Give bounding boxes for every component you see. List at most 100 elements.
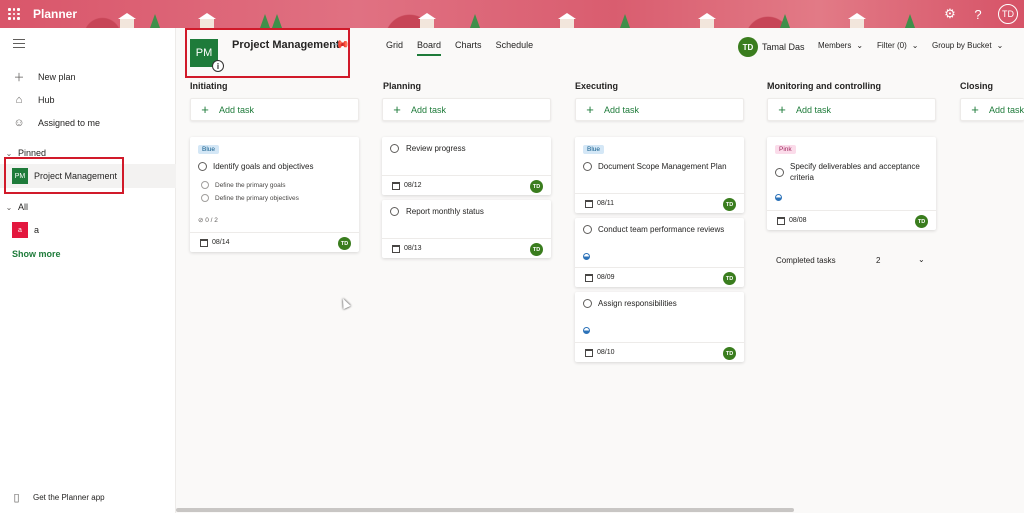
in-progress-icon [583, 253, 590, 260]
help-icon[interactable]: ? [964, 0, 992, 28]
assignee-avatar[interactable]: TD [530, 180, 543, 193]
add-task-label: Add task [411, 104, 447, 115]
chevron-down-icon: ⌄ [856, 41, 864, 50]
task-label: Blue [198, 145, 220, 154]
sidebar-item-project-management[interactable]: PM Project Management [0, 164, 176, 188]
checklist-circle-icon[interactable] [201, 194, 209, 202]
person-icon: ☺ [13, 117, 25, 129]
mouse-cursor-icon [339, 296, 351, 310]
tab-grid[interactable]: Grid [386, 40, 403, 56]
plus-icon: + [778, 102, 786, 117]
task-footer: 08/09 TD [575, 267, 744, 287]
user-avatar: TD [738, 37, 758, 57]
assignee-avatar[interactable]: TD [338, 237, 351, 250]
task-card[interactable]: Blue Document Scope Management Plan 08/1… [575, 137, 744, 213]
completed-tasks-toggle[interactable]: Completed tasks 2 ⌄ [776, 255, 926, 265]
sidebar-item-plan-a[interactable]: a a [0, 220, 176, 240]
bucket-title[interactable]: Closing [960, 81, 993, 91]
add-task-button[interactable]: + Add task [960, 98, 1024, 121]
pin-icon[interactable]: 📌 [331, 35, 350, 54]
tab-board[interactable]: Board [417, 40, 442, 56]
filter-dropdown[interactable]: Filter (0) ⌄ [877, 41, 918, 50]
chevron-down-icon: ⌄ [5, 202, 13, 212]
assignee-avatar[interactable]: TD [530, 243, 543, 256]
home-icon: ⌂ [15, 94, 23, 106]
complete-task-circle-icon[interactable] [775, 168, 784, 177]
task-card[interactable]: Blue Identify goals and objectives Defin… [190, 137, 359, 252]
task-card[interactable]: Report monthly status 08/13 TD [382, 200, 551, 258]
checklist-count-value: 0 / 2 [205, 217, 218, 224]
tab-charts[interactable]: Charts [455, 40, 482, 56]
task-footer: 08/14 TD [190, 232, 359, 252]
checklist-circle-icon[interactable] [201, 181, 209, 189]
complete-task-circle-icon[interactable] [390, 207, 399, 216]
task-card[interactable]: Conduct team performance reviews 08/09 T… [575, 218, 744, 287]
collapse-menu-icon[interactable] [13, 39, 25, 51]
sidebar-item-new-plan[interactable]: ＋ New plan [0, 66, 176, 88]
add-task-label: Add task [796, 104, 832, 115]
task-title: Assign responsibilities [598, 299, 677, 308]
task-card[interactable]: Assign responsibilities 08/10 TD [575, 292, 744, 362]
sidebar-item-assigned[interactable]: ☺ Assigned to me [0, 112, 176, 134]
banner-tree [150, 14, 160, 28]
add-task-button[interactable]: + Add task [575, 98, 744, 121]
add-task-button[interactable]: + Add task [382, 98, 551, 121]
complete-task-circle-icon[interactable] [198, 162, 207, 171]
due-date: 08/10 [597, 349, 615, 356]
get-app-link[interactable]: ▯ Get the Planner app [0, 491, 176, 504]
bucket-title[interactable]: Initiating [190, 81, 228, 91]
assignee-avatar[interactable]: TD [723, 347, 736, 360]
banner-house [418, 13, 436, 28]
chevron-down-icon: ⌄ [911, 41, 919, 50]
task-footer: 08/13 TD [382, 238, 551, 258]
assignee-avatar[interactable]: TD [723, 198, 736, 211]
assignee-avatar[interactable]: TD [723, 272, 736, 285]
chevron-down-icon: ⌄ [996, 41, 1004, 50]
banner-house [558, 13, 576, 28]
group-by-label: Group by Bucket [932, 41, 992, 50]
banner-tree [620, 14, 630, 28]
add-task-button[interactable]: + Add task [190, 98, 359, 121]
settings-gear-icon[interactable]: ⚙ [936, 0, 964, 28]
bucket-title[interactable]: Planning [383, 81, 421, 91]
calendar-icon [585, 273, 593, 282]
assignee-avatar[interactable]: TD [915, 215, 928, 228]
task-card[interactable]: Review progress 08/12 TD [382, 137, 551, 195]
due-date: 08/11 [597, 200, 614, 207]
banner-house [198, 13, 216, 28]
complete-task-circle-icon[interactable] [583, 225, 592, 234]
bucket-title[interactable]: Monitoring and controlling [767, 81, 881, 91]
calendar-icon [392, 244, 400, 253]
task-footer: 08/10 TD [575, 342, 744, 362]
pinned-section-toggle[interactable]: ⌄ Pinned [0, 148, 176, 158]
all-section-toggle[interactable]: ⌄ All [0, 202, 176, 212]
members-dropdown[interactable]: Members ⌄ [818, 41, 863, 50]
group-by-dropdown[interactable]: Group by Bucket ⌄ [932, 41, 1003, 50]
complete-task-circle-icon[interactable] [390, 144, 399, 153]
add-task-label: Add task [219, 104, 255, 115]
complete-task-circle-icon[interactable] [583, 162, 592, 171]
task-footer: 08/12 TD [382, 175, 551, 195]
add-task-button[interactable]: + Add task [767, 98, 936, 121]
top-bar: Planner ⚙ ? TD [0, 0, 1024, 28]
tab-schedule[interactable]: Schedule [496, 40, 534, 56]
bucket-title[interactable]: Executing [575, 81, 618, 91]
app-name[interactable]: Planner [33, 7, 77, 21]
sidebar-item-label: Hub [38, 95, 55, 105]
horizontal-scrollbar[interactable] [176, 508, 794, 512]
info-icon[interactable]: i [212, 60, 224, 72]
task-card[interactable]: Pink Specify deliverables and acceptance… [767, 137, 936, 230]
banner-tree [272, 14, 282, 28]
chevron-down-icon: ⌄ [5, 148, 13, 158]
sidebar-item-hub[interactable]: ⌂ Hub [0, 89, 176, 111]
banner-house [698, 13, 716, 28]
complete-task-circle-icon[interactable] [583, 299, 592, 308]
checklist-item: Define the primary goals [215, 182, 286, 189]
task-title: Review progress [406, 144, 466, 153]
account-avatar[interactable]: TD [998, 4, 1018, 24]
plan-title[interactable]: Project Management [232, 39, 340, 51]
app-launcher-icon[interactable] [8, 8, 20, 20]
show-more-link[interactable]: Show more [12, 249, 61, 259]
current-user[interactable]: TD Tamal Das [738, 37, 805, 57]
task-title: Conduct team performance reviews [598, 225, 725, 234]
